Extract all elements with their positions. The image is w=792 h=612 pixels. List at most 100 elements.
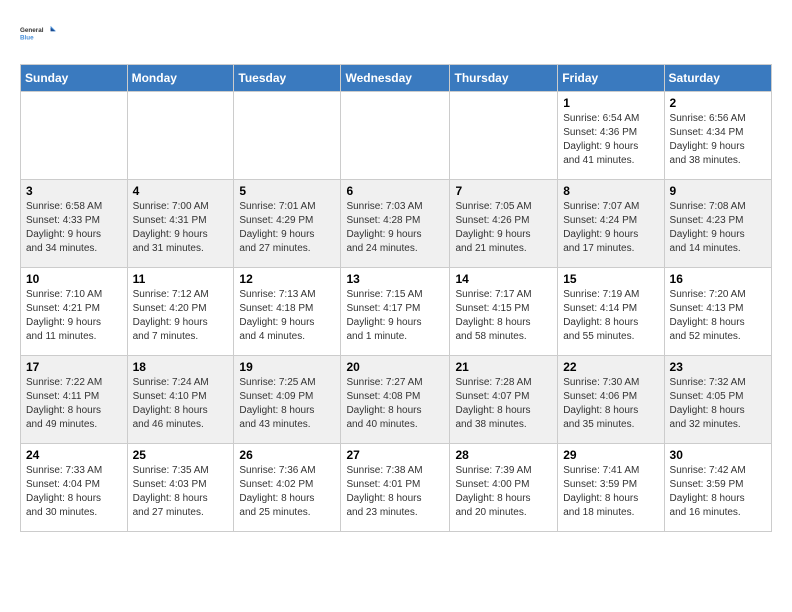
calendar-cell: 11 Sunrise: 7:12 AM Sunset: 4:20 PM Dayli… [127,268,234,356]
day-number: 19 [239,360,335,374]
day-info: Sunrise: 7:03 AM Sunset: 4:28 PM Dayligh… [346,200,444,256]
day-info: Sunrise: 6:58 AM Sunset: 4:33 PM Dayligh… [26,200,122,256]
weekday-header-monday: Monday [127,65,234,92]
calendar-cell: 15 Sunrise: 7:19 AM Sunset: 4:14 PM Dayli… [558,268,664,356]
day-number: 14 [455,272,552,286]
day-number: 26 [239,448,335,462]
calendar-week-row: 24Sunrise: 7:33 AM Sunset: 4:04 PM Dayli… [21,444,772,532]
day-info: Sunrise: 6:56 AM Sunset: 4:34 PM Dayligh… [670,112,766,168]
calendar-cell: 24Sunrise: 7:33 AM Sunset: 4:04 PM Dayli… [21,444,128,532]
calendar-cell [21,92,128,180]
calendar-cell: 20Sunrise: 7:27 AM Sunset: 4:08 PM Dayli… [341,356,450,444]
day-info: Sunrise: 7:28 AM Sunset: 4:07 PM Dayligh… [455,376,552,432]
weekday-header-tuesday: Tuesday [234,65,341,92]
calendar-cell: 10Sunrise: 7:10 AM Sunset: 4:21 PM Dayli… [21,268,128,356]
calendar-cell: 28 Sunrise: 7:39 AM Sunset: 4:00 PM Dayli… [450,444,558,532]
day-number: 27 [346,448,444,462]
calendar-cell [341,92,450,180]
calendar-cell: 1Sunrise: 6:54 AM Sunset: 4:36 PM Daylig… [558,92,664,180]
day-info: Sunrise: 7:41 AM Sunset: 3:59 PM Dayligh… [563,464,658,520]
day-info: Sunrise: 7:01 AM Sunset: 4:29 PM Dayligh… [239,200,335,256]
day-info: Sunrise: 7:08 AM Sunset: 4:23 PM Dayligh… [670,200,766,256]
day-number: 15 [563,272,658,286]
day-number: 22 [563,360,658,374]
day-info: Sunrise: 7:39 AM Sunset: 4:00 PM Dayligh… [455,464,552,520]
calendar-cell: 25Sunrise: 7:35 AM Sunset: 4:03 PM Dayli… [127,444,234,532]
day-info: Sunrise: 7:20 AM Sunset: 4:13 PM Dayligh… [670,288,766,344]
calendar-week-row: 17 Sunrise: 7:22 AM Sunset: 4:11 PM Dayli… [21,356,772,444]
calendar-cell: 26 Sunrise: 7:36 AM Sunset: 4:02 PM Dayli… [234,444,341,532]
weekday-header-wednesday: Wednesday [341,65,450,92]
day-info: Sunrise: 7:24 AM Sunset: 4:10 PM Dayligh… [133,376,229,432]
calendar-cell: 2 Sunrise: 6:56 AM Sunset: 4:34 PM Daylig… [664,92,771,180]
day-number: 12 [239,272,335,286]
day-info: Sunrise: 7:00 AM Sunset: 4:31 PM Dayligh… [133,200,229,256]
weekday-header-row: SundayMondayTuesdayWednesdayThursdayFrid… [21,65,772,92]
day-info: Sunrise: 6:54 AM Sunset: 4:36 PM Dayligh… [563,112,658,168]
calendar-week-row: 1Sunrise: 6:54 AM Sunset: 4:36 PM Daylig… [21,92,772,180]
day-number: 21 [455,360,552,374]
day-number: 29 [563,448,658,462]
day-number: 7 [455,184,552,198]
day-number: 17 [26,360,122,374]
day-number: 16 [670,272,766,286]
page-header: General Blue [20,16,772,52]
day-number: 2 [670,96,766,110]
svg-text:Blue: Blue [20,34,34,41]
day-info: Sunrise: 7:15 AM Sunset: 4:17 PM Dayligh… [346,288,444,344]
day-number: 6 [346,184,444,198]
day-number: 5 [239,184,335,198]
calendar-cell: 6 Sunrise: 7:03 AM Sunset: 4:28 PM Daylig… [341,180,450,268]
day-number: 30 [670,448,766,462]
day-info: Sunrise: 7:27 AM Sunset: 4:08 PM Dayligh… [346,376,444,432]
day-number: 9 [670,184,766,198]
day-number: 8 [563,184,658,198]
day-number: 10 [26,272,122,286]
day-number: 3 [26,184,122,198]
calendar-week-row: 10Sunrise: 7:10 AM Sunset: 4:21 PM Dayli… [21,268,772,356]
logo-icon: General Blue [20,16,56,52]
calendar-cell: 13Sunrise: 7:15 AM Sunset: 4:17 PM Dayli… [341,268,450,356]
weekday-header-saturday: Saturday [664,65,771,92]
weekday-header-friday: Friday [558,65,664,92]
day-info: Sunrise: 7:42 AM Sunset: 3:59 PM Dayligh… [670,464,766,520]
calendar-cell: 4 Sunrise: 7:00 AM Sunset: 4:31 PM Daylig… [127,180,234,268]
calendar-cell: 14 Sunrise: 7:17 AM Sunset: 4:15 PM Dayli… [450,268,558,356]
day-number: 28 [455,448,552,462]
calendar-cell: 8 Sunrise: 7:07 AM Sunset: 4:24 PM Daylig… [558,180,664,268]
calendar-cell: 12Sunrise: 7:13 AM Sunset: 4:18 PM Dayli… [234,268,341,356]
calendar-cell: 22 Sunrise: 7:30 AM Sunset: 4:06 PM Dayli… [558,356,664,444]
day-info: Sunrise: 7:12 AM Sunset: 4:20 PM Dayligh… [133,288,229,344]
calendar-cell: 23Sunrise: 7:32 AM Sunset: 4:05 PM Dayli… [664,356,771,444]
day-number: 18 [133,360,229,374]
logo: General Blue [20,16,56,52]
calendar-cell: 7 Sunrise: 7:05 AM Sunset: 4:26 PM Daylig… [450,180,558,268]
weekday-header-sunday: Sunday [21,65,128,92]
calendar-cell [127,92,234,180]
day-info: Sunrise: 7:17 AM Sunset: 4:15 PM Dayligh… [455,288,552,344]
day-info: Sunrise: 7:36 AM Sunset: 4:02 PM Dayligh… [239,464,335,520]
day-number: 11 [133,272,229,286]
calendar-cell: 29 Sunrise: 7:41 AM Sunset: 3:59 PM Dayli… [558,444,664,532]
svg-text:General: General [20,27,44,34]
calendar-cell: 18 Sunrise: 7:24 AM Sunset: 4:10 PM Dayli… [127,356,234,444]
calendar-cell: 17 Sunrise: 7:22 AM Sunset: 4:11 PM Dayli… [21,356,128,444]
calendar-cell: 27 Sunrise: 7:38 AM Sunset: 4:01 PM Dayli… [341,444,450,532]
calendar-cell: 19Sunrise: 7:25 AM Sunset: 4:09 PM Dayli… [234,356,341,444]
day-number: 4 [133,184,229,198]
day-info: Sunrise: 7:22 AM Sunset: 4:11 PM Dayligh… [26,376,122,432]
calendar-cell: 21 Sunrise: 7:28 AM Sunset: 4:07 PM Dayli… [450,356,558,444]
day-info: Sunrise: 7:38 AM Sunset: 4:01 PM Dayligh… [346,464,444,520]
day-info: Sunrise: 7:32 AM Sunset: 4:05 PM Dayligh… [670,376,766,432]
day-info: Sunrise: 7:07 AM Sunset: 4:24 PM Dayligh… [563,200,658,256]
calendar-cell: 16 Sunrise: 7:20 AM Sunset: 4:13 PM Dayli… [664,268,771,356]
day-number: 24 [26,448,122,462]
calendar-table: SundayMondayTuesdayWednesdayThursdayFrid… [20,64,772,532]
day-number: 25 [133,448,229,462]
calendar-cell: 5 Sunrise: 7:01 AM Sunset: 4:29 PM Daylig… [234,180,341,268]
day-info: Sunrise: 7:30 AM Sunset: 4:06 PM Dayligh… [563,376,658,432]
calendar-cell: 9 Sunrise: 7:08 AM Sunset: 4:23 PM Daylig… [664,180,771,268]
calendar-cell: 30 Sunrise: 7:42 AM Sunset: 3:59 PM Dayli… [664,444,771,532]
day-info: Sunrise: 7:19 AM Sunset: 4:14 PM Dayligh… [563,288,658,344]
day-info: Sunrise: 7:05 AM Sunset: 4:26 PM Dayligh… [455,200,552,256]
